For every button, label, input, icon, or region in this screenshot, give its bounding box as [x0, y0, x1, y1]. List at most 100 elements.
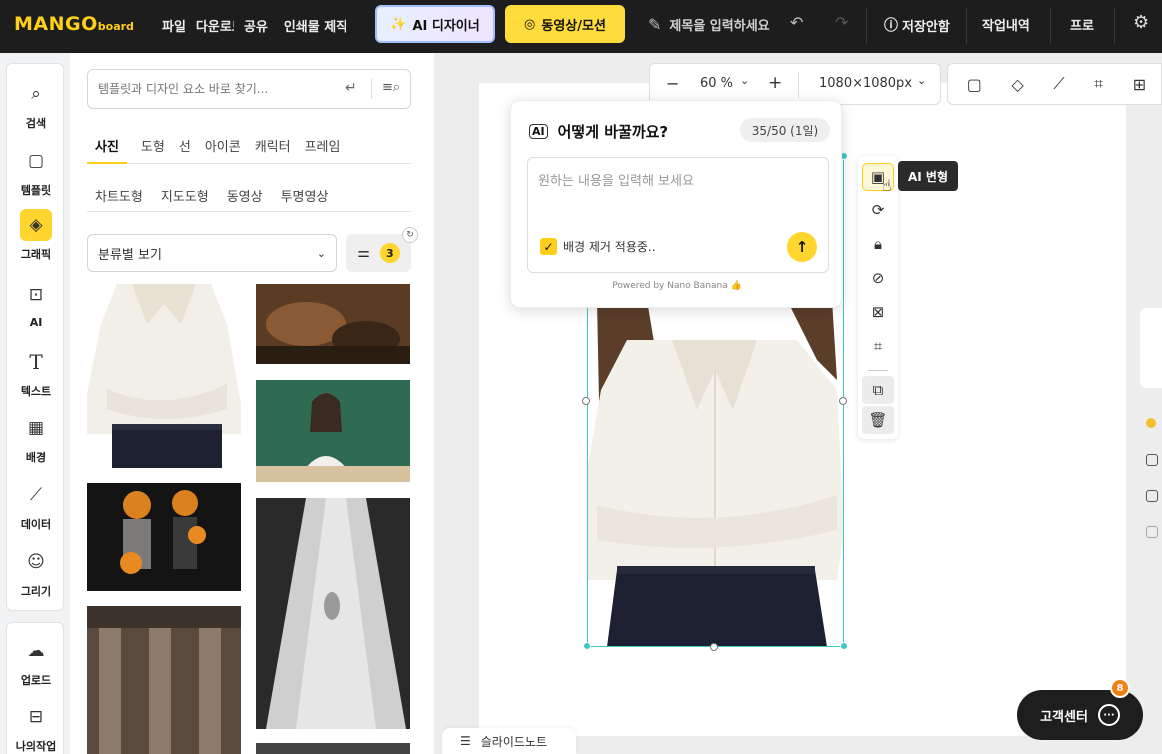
send-button[interactable]: ↑ — [787, 232, 817, 262]
grid-icon[interactable]: ⊞ — [1133, 75, 1146, 94]
tab-video[interactable]: 동영상 — [227, 186, 263, 211]
lock-icon[interactable]: 🔒︎ — [862, 230, 894, 258]
tab-frame[interactable]: 프레임 — [305, 136, 341, 164]
right-edge-panel[interactable] — [1140, 308, 1162, 388]
help-center-button[interactable]: 고객센터 ··· — [1017, 690, 1143, 740]
prompt-textarea[interactable]: 원하는 내용을 입력해 보세요 ✓ 배경 제거 적용중.. ↑ — [527, 157, 829, 273]
ai-designer-button[interactable]: ✨ AI 디자이너 — [375, 5, 495, 43]
canvas-size[interactable]: 1080×1080px — [819, 76, 912, 91]
tab-icon[interactable]: 아이콘 — [205, 136, 241, 164]
note-icon: ☰ — [460, 734, 471, 748]
photo-thumb-pumpkins[interactable] — [87, 483, 241, 591]
sticker-icon[interactable]: ▢ — [967, 75, 982, 94]
photo-thumb-columns[interactable] — [87, 606, 241, 754]
duplicate-icon[interactable]: ⧉ — [862, 376, 894, 404]
element-toolbar: ▣ ⟳ 🔒︎ ⊘ ⊠ ⌗ ⧉ 🗑︎ — [858, 156, 898, 439]
rail-item-template[interactable]: ▢ 템플릿 — [7, 145, 65, 198]
filter-button[interactable]: ⚌ 3 — [346, 234, 411, 272]
logo[interactable]: MANGOboard — [14, 13, 134, 35]
tab-character[interactable]: 캐릭터 — [255, 136, 291, 164]
refresh-icon[interactable]: ↻ — [402, 227, 418, 243]
enter-icon[interactable]: ↵ — [345, 80, 357, 96]
rail-item-upload[interactable]: ☁ 업로드 — [7, 635, 65, 688]
fit-icon[interactable]: ⌗ — [1094, 74, 1103, 94]
zoom-in-icon[interactable]: + — [768, 73, 782, 93]
check-icon: ✓ — [540, 238, 557, 255]
save-status[interactable]: ⓘ 저장안함 — [884, 15, 950, 35]
resize-handle[interactable] — [583, 642, 591, 650]
sort-dropdown[interactable]: 분류별 보기 ⌄ — [87, 234, 337, 272]
prompt-placeholder: 원하는 내용을 입력해 보세요 — [538, 174, 694, 189]
rail-item-text[interactable]: T 텍스트 — [7, 346, 65, 399]
tab-photo[interactable]: 사진 — [87, 136, 127, 164]
rail-item-my-work[interactable]: ⊟ 나의작업 — [7, 701, 65, 754]
powered-by: Powered by Nano Banana 👍 — [612, 281, 742, 291]
chevron-down-icon[interactable]: ⌄ — [917, 74, 926, 87]
gear-icon[interactable]: ⚙ — [1133, 12, 1149, 33]
undo-icon[interactable]: ↶ — [790, 13, 803, 32]
left-rail: ⌕ 검색 ▢ 템플릿 ◈ 그래픽 ⊡ AI T 텍스트 ▦ 배경 ⟋ 데이터 ☺… — [6, 63, 64, 611]
edit-icon: ✎ — [648, 15, 662, 34]
chevron-down-icon[interactable]: ⌄ — [740, 74, 749, 87]
divider — [866, 8, 867, 44]
graphic-icon: ◈ — [20, 209, 52, 241]
slide-note-tab[interactable]: ☰ 슬라이드노트 — [442, 728, 576, 754]
bg-removal-checkbox[interactable]: ✓ 배경 제거 적용중.. — [540, 238, 656, 255]
redo-icon[interactable]: ↷ — [835, 13, 848, 32]
resize-handle[interactable] — [839, 397, 847, 405]
zoom-out-icon[interactable]: − — [666, 74, 679, 93]
ai-transform-popup: AI 어떻게 바꿀까요? 35/50 (1일) 원하는 내용을 입력해 보세요 … — [510, 100, 842, 308]
tab-shape[interactable]: 도형 — [141, 136, 165, 164]
divider — [798, 72, 799, 98]
upload-icon: ☁ — [27, 641, 45, 661]
menu-file[interactable]: 파일 — [162, 16, 186, 35]
remove-bg-icon[interactable]: ⊘ — [862, 264, 894, 292]
search-box: ↵ ≡⌕ — [87, 69, 411, 109]
video-motion-button[interactable]: ◎ 동영상/모션 — [505, 5, 625, 43]
tab-transparent-video[interactable]: 투명영상 — [281, 186, 329, 211]
resize-handle[interactable] — [840, 642, 848, 650]
photo-thumb-wedding-dress[interactable] — [256, 498, 410, 729]
photo-thumb-shoes[interactable] — [256, 284, 410, 364]
photo-thumb-woman-shirt[interactable] — [87, 284, 241, 468]
rail-item-background[interactable]: ▦ 배경 — [7, 412, 65, 465]
teacher-image — [256, 380, 410, 482]
tab-chart-shape[interactable]: 차트도형 — [87, 186, 143, 211]
menu-print[interactable]: 인쇄물 제작 — [284, 16, 346, 35]
sliders-icon: ⚌ — [357, 245, 370, 261]
ruler-icon[interactable]: ⟋ — [1053, 74, 1064, 94]
title-input[interactable]: ✎ 제목을 입력하세요 — [648, 15, 770, 34]
ai-image-icon: AI — [529, 124, 548, 139]
edge-square-icon[interactable] — [1146, 526, 1158, 538]
photo-thumb-partial[interactable] — [256, 743, 410, 754]
rail-item-search[interactable]: ⌕ 검색 — [7, 78, 65, 131]
top-nav: 파일 다운로드 공유 인쇄물 제작 — [162, 16, 356, 35]
search-input[interactable] — [98, 82, 338, 96]
rail-item-graphic[interactable]: ◈ 그래픽 — [7, 209, 65, 262]
edge-square-icon[interactable] — [1146, 490, 1158, 502]
menu-download[interactable]: 다운로드 — [196, 16, 234, 35]
resize-handle[interactable] — [582, 397, 590, 405]
menu-share[interactable]: 공유 — [244, 16, 268, 35]
history-button[interactable]: 작업내역 — [982, 15, 1030, 34]
detail-search-icon[interactable]: ≡⌕ — [382, 80, 400, 95]
layers-icon[interactable]: ◇ — [1011, 75, 1023, 94]
divider — [868, 370, 888, 371]
rail-item-draw[interactable]: ☺ 그리기 — [7, 546, 65, 599]
tab-map-shape[interactable]: 지도도형 — [161, 186, 209, 211]
crop-icon[interactable]: ⌗ — [862, 332, 894, 360]
tab-line[interactable]: 선 — [179, 136, 191, 164]
pro-button[interactable]: 프로 — [1070, 15, 1094, 34]
zoom-value[interactable]: 60 % — [700, 76, 733, 91]
edge-square-icon[interactable] — [1146, 454, 1158, 466]
photo-thumb-teacher[interactable] — [256, 380, 410, 482]
trash-icon[interactable]: 🗑︎ — [862, 406, 894, 434]
background-icon: ▦ — [27, 418, 45, 438]
popup-header: AI 어떻게 바꿀까요? — [529, 121, 668, 142]
rail-item-ai[interactable]: ⊡ AI — [7, 279, 65, 329]
resize-handle[interactable] — [710, 643, 718, 651]
edge-dot-icon — [1146, 418, 1156, 428]
image-edit-icon[interactable]: ⊠ — [862, 298, 894, 326]
replace-icon[interactable]: ⟳ — [862, 196, 894, 224]
rail-item-data[interactable]: ⟋ 데이터 — [7, 479, 65, 532]
